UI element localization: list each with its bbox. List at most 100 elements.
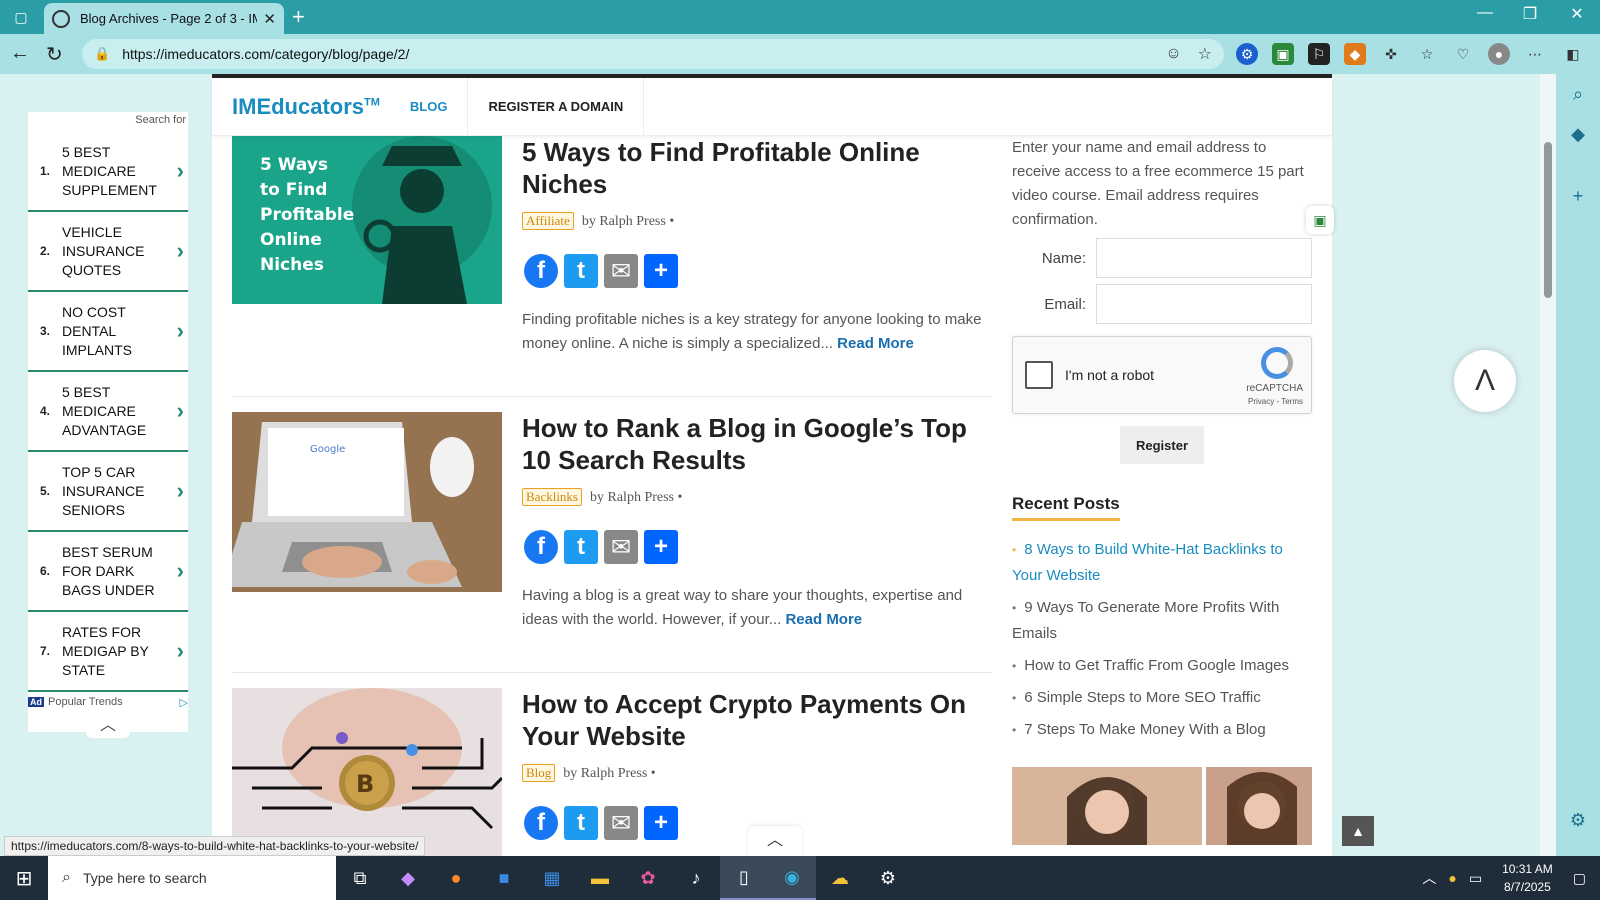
- close-tab-icon[interactable]: ✕: [263, 10, 276, 28]
- windows-start-icon[interactable]: ⊞: [0, 856, 48, 900]
- clock[interactable]: 10:31 AM 8/7/2025: [1502, 860, 1553, 896]
- tab-actions-icon[interactable]: ▢: [10, 6, 32, 28]
- extension-icon[interactable]: ⚙: [1236, 43, 1258, 65]
- file-explorer-icon[interactable]: ▬: [576, 856, 624, 900]
- email-share-icon[interactable]: ✉: [604, 254, 638, 288]
- new-tab-icon[interactable]: +: [292, 4, 305, 30]
- post-title[interactable]: How to Rank a Blog in Google’s Top 10 Se…: [522, 412, 992, 476]
- accessibility-lambda-icon[interactable]: Λ: [1454, 350, 1516, 412]
- lock-icon[interactable]: 🔒: [94, 46, 110, 62]
- recent-post-link[interactable]: How to Get Traffic From Google Images: [1012, 653, 1312, 679]
- twitter-share-icon[interactable]: t: [564, 530, 598, 564]
- post-title[interactable]: How to Accept Crypto Payments On Your We…: [522, 688, 992, 752]
- read-more-link[interactable]: Read More: [837, 335, 914, 352]
- facebook-share-icon[interactable]: f: [524, 806, 558, 840]
- address-bar[interactable]: 🔒 https://imeducators.com/category/blog/…: [82, 39, 1224, 69]
- site-logo[interactable]: IMEducatorsTM: [232, 94, 380, 120]
- notification-icon[interactable]: ▢: [1573, 870, 1586, 887]
- extension-icon[interactable]: ▣: [1272, 43, 1294, 65]
- refresh-icon[interactable]: ↻: [46, 42, 63, 67]
- facebook-share-icon[interactable]: f: [524, 254, 558, 288]
- ad-footer[interactable]: Ad Popular Trends ▷: [28, 692, 188, 712]
- recent-post-link[interactable]: 7 Steps To Make Money With a Blog: [1012, 717, 1312, 743]
- recent-post-link[interactable]: 8 Ways to Build White-Hat Backlinks to Y…: [1012, 537, 1312, 589]
- category-tag[interactable]: Blog: [522, 764, 556, 782]
- calendar-icon[interactable]: ▦: [528, 856, 576, 900]
- ad-item[interactable]: 4. 5 BEST MEDICARE ADVANTAGE ›: [28, 372, 188, 452]
- post-author[interactable]: by Ralph Press: [590, 490, 674, 505]
- copilot-icon[interactable]: ◆: [1566, 124, 1590, 148]
- post-author[interactable]: by Ralph Press: [582, 214, 666, 229]
- share-plus-icon[interactable]: +: [644, 530, 678, 564]
- post-thumbnail[interactable]: Google: [232, 412, 502, 592]
- favorite-star-icon[interactable]: ☆: [1198, 44, 1212, 64]
- ad-item-text[interactable]: 5 BEST MEDICARE SUPPLEMENT: [62, 143, 162, 200]
- ad-item[interactable]: 3. NO COST DENTAL IMPLANTS ›: [28, 292, 188, 372]
- share-plus-icon[interactable]: +: [644, 806, 678, 840]
- app-icon[interactable]: ✿: [624, 856, 672, 900]
- ad-item[interactable]: 5. TOP 5 CAR INSURANCE SENIORS ›: [28, 452, 188, 532]
- category-tag[interactable]: Backlinks: [522, 488, 582, 506]
- back-icon[interactable]: ←: [10, 42, 30, 65]
- profile-avatar[interactable]: ●: [1488, 43, 1510, 65]
- chat-widget-icon[interactable]: ▣: [1306, 206, 1334, 234]
- category-tag[interactable]: Affiliate: [522, 212, 574, 230]
- search-icon[interactable]: ⌕: [1566, 84, 1590, 108]
- facebook-share-icon[interactable]: f: [524, 530, 558, 564]
- minimize-icon[interactable]: —: [1470, 4, 1500, 22]
- scroll-to-top-button[interactable]: ▲: [1342, 816, 1374, 846]
- recent-post-link[interactable]: 9 Ways To Generate More Profits With Ema…: [1012, 595, 1312, 647]
- nav-register-domain[interactable]: REGISTER A DOMAIN: [468, 77, 645, 136]
- sidebar-promo-image[interactable]: [1012, 767, 1312, 845]
- reader-icon[interactable]: ☺: [1165, 45, 1181, 63]
- scrollbar-thumb[interactable]: [1544, 142, 1552, 298]
- recaptcha-terms-link[interactable]: Privacy - Terms: [1248, 397, 1303, 406]
- post-author[interactable]: by Ralph Press: [563, 766, 647, 781]
- logo-text[interactable]: IMEducators: [232, 94, 364, 119]
- ad-item-text[interactable]: 5 BEST MEDICARE ADVANTAGE: [62, 383, 162, 440]
- twitter-share-icon[interactable]: t: [564, 806, 598, 840]
- copilot-app-icon[interactable]: ◆: [384, 856, 432, 900]
- ad-item[interactable]: 7. RATES FOR MEDIGAP BY STATE ›: [28, 612, 188, 692]
- chevron-up-icon[interactable]: ︿: [1422, 868, 1436, 888]
- network-icon[interactable]: ▭: [1469, 870, 1482, 887]
- register-button[interactable]: Register: [1120, 426, 1204, 464]
- add-icon[interactable]: +: [1566, 186, 1590, 210]
- ad-item-text[interactable]: RATES FOR MEDIGAP BY STATE: [62, 623, 162, 680]
- ad-collapse-chevron-icon[interactable]: ︿: [86, 716, 130, 738]
- more-options-icon[interactable]: ⋯: [1524, 43, 1546, 65]
- ad-item-text[interactable]: NO COST DENTAL IMPLANTS: [62, 303, 162, 360]
- bottom-collapse-chevron-icon[interactable]: ︿: [748, 826, 802, 856]
- browser-tab[interactable]: Blog Archives - Page 2 of 3 - IMEducator…: [44, 3, 284, 34]
- extensions-puzzle-icon[interactable]: ✜: [1380, 43, 1402, 65]
- url-text[interactable]: https://imeducators.com/category/blog/pa…: [122, 46, 1149, 62]
- tiktok-icon[interactable]: ♪: [672, 856, 720, 900]
- maximize-icon[interactable]: ❐: [1515, 4, 1545, 24]
- twitter-share-icon[interactable]: t: [564, 254, 598, 288]
- browser-essentials-icon[interactable]: ♡: [1452, 43, 1474, 65]
- adchoices-icon[interactable]: ▷: [180, 696, 188, 709]
- close-window-icon[interactable]: ✕: [1562, 4, 1592, 24]
- email-share-icon[interactable]: ✉: [604, 806, 638, 840]
- edge-browser-icon[interactable]: ◉: [768, 856, 816, 900]
- extension-icon[interactable]: ⚐: [1308, 43, 1330, 65]
- app-icon[interactable]: ●: [432, 856, 480, 900]
- metamask-icon[interactable]: ◆: [1344, 43, 1366, 65]
- app-icon[interactable]: ■: [480, 856, 528, 900]
- task-view-icon[interactable]: ⧉: [336, 856, 384, 900]
- nav-blog[interactable]: BLOG: [390, 77, 469, 136]
- sidebar-toggle-icon[interactable]: ◧: [1562, 43, 1584, 65]
- email-share-icon[interactable]: ✉: [604, 530, 638, 564]
- name-input[interactable]: [1096, 238, 1312, 278]
- email-input[interactable]: [1096, 284, 1312, 324]
- ad-item[interactable]: 2. VEHICLE INSURANCE QUOTES ›: [28, 212, 188, 292]
- ad-item-text[interactable]: BEST SERUM FOR DARK BAGS UNDER: [62, 543, 162, 600]
- tray-app-icon[interactable]: ●: [1448, 870, 1456, 886]
- recaptcha-checkbox[interactable]: [1025, 361, 1053, 389]
- notepad-icon[interactable]: ▯: [720, 856, 768, 900]
- ad-item[interactable]: 6. BEST SERUM FOR DARK BAGS UNDER ›: [28, 532, 188, 612]
- settings-gear-icon[interactable]: ⚙: [1566, 810, 1590, 834]
- post-thumbnail[interactable]: B: [232, 688, 502, 856]
- ad-item[interactable]: 1. 5 BEST MEDICARE SUPPLEMENT ›: [28, 132, 188, 212]
- favorites-icon[interactable]: ☆: [1416, 43, 1438, 65]
